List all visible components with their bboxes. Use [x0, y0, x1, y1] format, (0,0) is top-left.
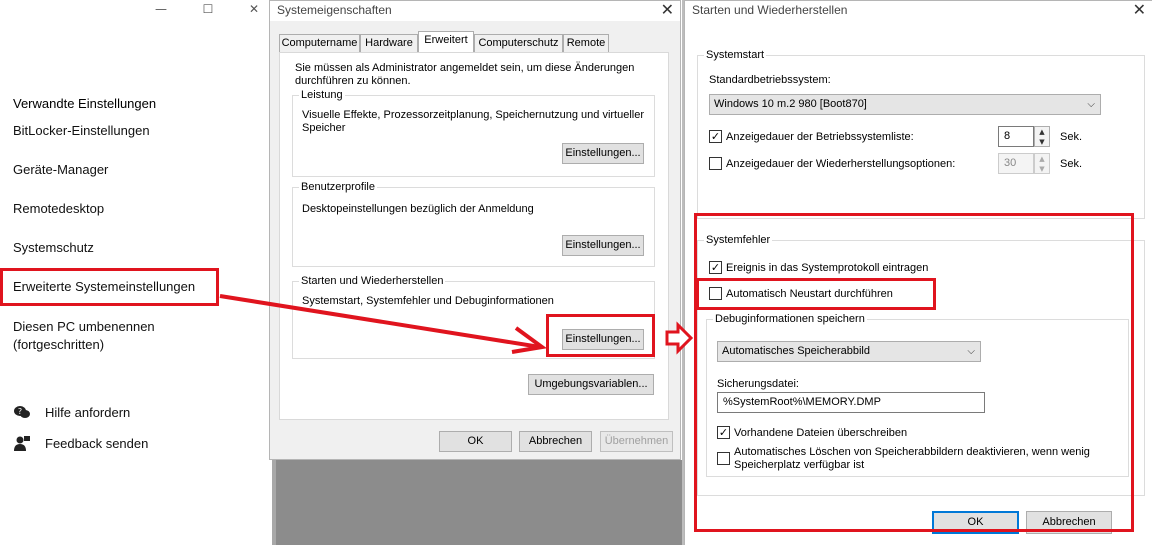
system-properties-dialog: Systemeigenschaften ✕ Computername Hardw…: [269, 0, 681, 460]
os-list-unit: Sek.: [1060, 131, 1083, 143]
bitlocker-link[interactable]: BitLocker-Einstellungen: [13, 122, 150, 140]
os-list-seconds-input[interactable]: 8: [998, 126, 1034, 147]
spin-down-icon[interactable]: ▼: [1035, 137, 1049, 147]
system-startup-label: Systemstart: [704, 49, 767, 61]
system-startup-group: Systemstart Standardbetriebssystem: Wind…: [697, 49, 1145, 219]
spin-down-icon[interactable]: ▼: [1035, 164, 1049, 174]
maximize-button[interactable]: ☐: [193, 0, 223, 18]
performance-text: Visuelle Effekte, Prozessorzeitplanung, …: [302, 109, 645, 134]
feedback-icon: [13, 434, 31, 452]
tab-system-protection[interactable]: Computerschutz: [474, 34, 563, 52]
cancel-button[interactable]: Abbrechen: [519, 431, 592, 452]
user-profiles-label: Benutzerprofile: [299, 181, 377, 193]
highlight-auto-restart: [696, 278, 936, 310]
get-help-label: Hilfe anfordern: [45, 404, 131, 420]
startup-recovery-text: Systemstart, Systemfehler und Debuginfor…: [302, 295, 554, 307]
spin-up-icon[interactable]: ▲: [1035, 154, 1049, 164]
recovery-seconds-input[interactable]: 30: [998, 153, 1034, 174]
spin-up-icon[interactable]: ▲: [1035, 127, 1049, 137]
tab-hardware[interactable]: Hardware: [360, 34, 418, 52]
tab-advanced[interactable]: Erweitert: [418, 31, 474, 53]
svg-text:?: ?: [18, 407, 22, 416]
tab-remote[interactable]: Remote: [563, 34, 609, 52]
tab-content: Sie müssen als Administrator angemeldet …: [279, 52, 669, 420]
dialog-title: Systemeigenschaften: [277, 3, 392, 17]
recovery-options-checkbox[interactable]: [709, 157, 722, 170]
ok-button[interactable]: OK: [439, 431, 512, 452]
startup-recovery-label: Starten und Wiederherstellen: [299, 275, 446, 287]
default-os-select[interactable]: Windows 10 m.2 980 [Boot870] ⌵: [709, 94, 1101, 115]
environment-variables-button[interactable]: Umgebungsvariablen...: [528, 374, 654, 395]
chevron-down-icon: ⌵: [1087, 99, 1095, 110]
highlight-startup-settings-button: [546, 314, 655, 357]
send-feedback-label: Feedback senden: [45, 435, 149, 451]
get-help-link[interactable]: ? Hilfe anfordern: [13, 403, 130, 421]
highlight-advanced-settings: [0, 268, 219, 306]
performance-group: Leistung Visuelle Effekte, Prozessorzeit…: [292, 89, 655, 177]
recovery-spinner[interactable]: ▲ ▼: [1034, 153, 1050, 174]
dialog-title: Starten und Wiederherstellen: [692, 3, 848, 17]
apply-button[interactable]: Übernehmen: [600, 431, 673, 452]
user-profiles-settings-button[interactable]: Einstellungen...: [562, 235, 644, 256]
close-icon[interactable]: ✕: [1133, 1, 1146, 19]
user-profiles-text: Desktopeinstellungen bezüglich der Anmel…: [302, 203, 534, 215]
send-feedback-link[interactable]: Feedback senden: [13, 434, 148, 452]
system-properties-titlebar: Systemeigenschaften ✕: [270, 1, 680, 21]
recovery-options-label: Anzeigedauer der Wiederherstellungsoptio…: [726, 158, 956, 170]
highlight-system-failure: [694, 213, 1134, 532]
related-settings-heading: Verwandte Einstellungen: [13, 96, 157, 111]
system-protection-link[interactable]: Systemschutz: [13, 239, 94, 257]
os-list-spinner[interactable]: ▲ ▼: [1034, 126, 1050, 147]
minimize-button[interactable]: —: [146, 0, 176, 18]
default-os-value: Windows 10 m.2 980 [Boot870]: [714, 98, 867, 110]
os-list-checkbox[interactable]: ✓: [709, 130, 722, 143]
startup-recovery-titlebar: Starten und Wiederherstellen ✕: [685, 1, 1152, 21]
performance-settings-button[interactable]: Einstellungen...: [562, 143, 644, 164]
remote-desktop-link[interactable]: Remotedesktop: [13, 200, 104, 218]
default-os-label: Standardbetriebssystem:: [709, 74, 831, 86]
recovery-unit: Sek.: [1060, 158, 1083, 170]
rename-pc-link[interactable]: Diesen PC umbenennen (fortgeschritten): [13, 318, 193, 354]
tab-computername[interactable]: Computername: [279, 34, 360, 52]
close-icon[interactable]: ✕: [661, 1, 674, 19]
device-manager-link[interactable]: Geräte-Manager: [13, 161, 108, 179]
performance-label: Leistung: [299, 89, 345, 101]
help-icon: ?: [13, 403, 31, 421]
background-area: [276, 460, 682, 545]
admin-note: Sie müssen als Administrator angemeldet …: [295, 62, 635, 87]
user-profiles-group: Benutzerprofile Desktopeinstellungen bez…: [292, 181, 655, 267]
os-list-label: Anzeigedauer der Betriebssystemliste:: [726, 131, 914, 143]
close-button[interactable]: ✕: [239, 0, 269, 18]
